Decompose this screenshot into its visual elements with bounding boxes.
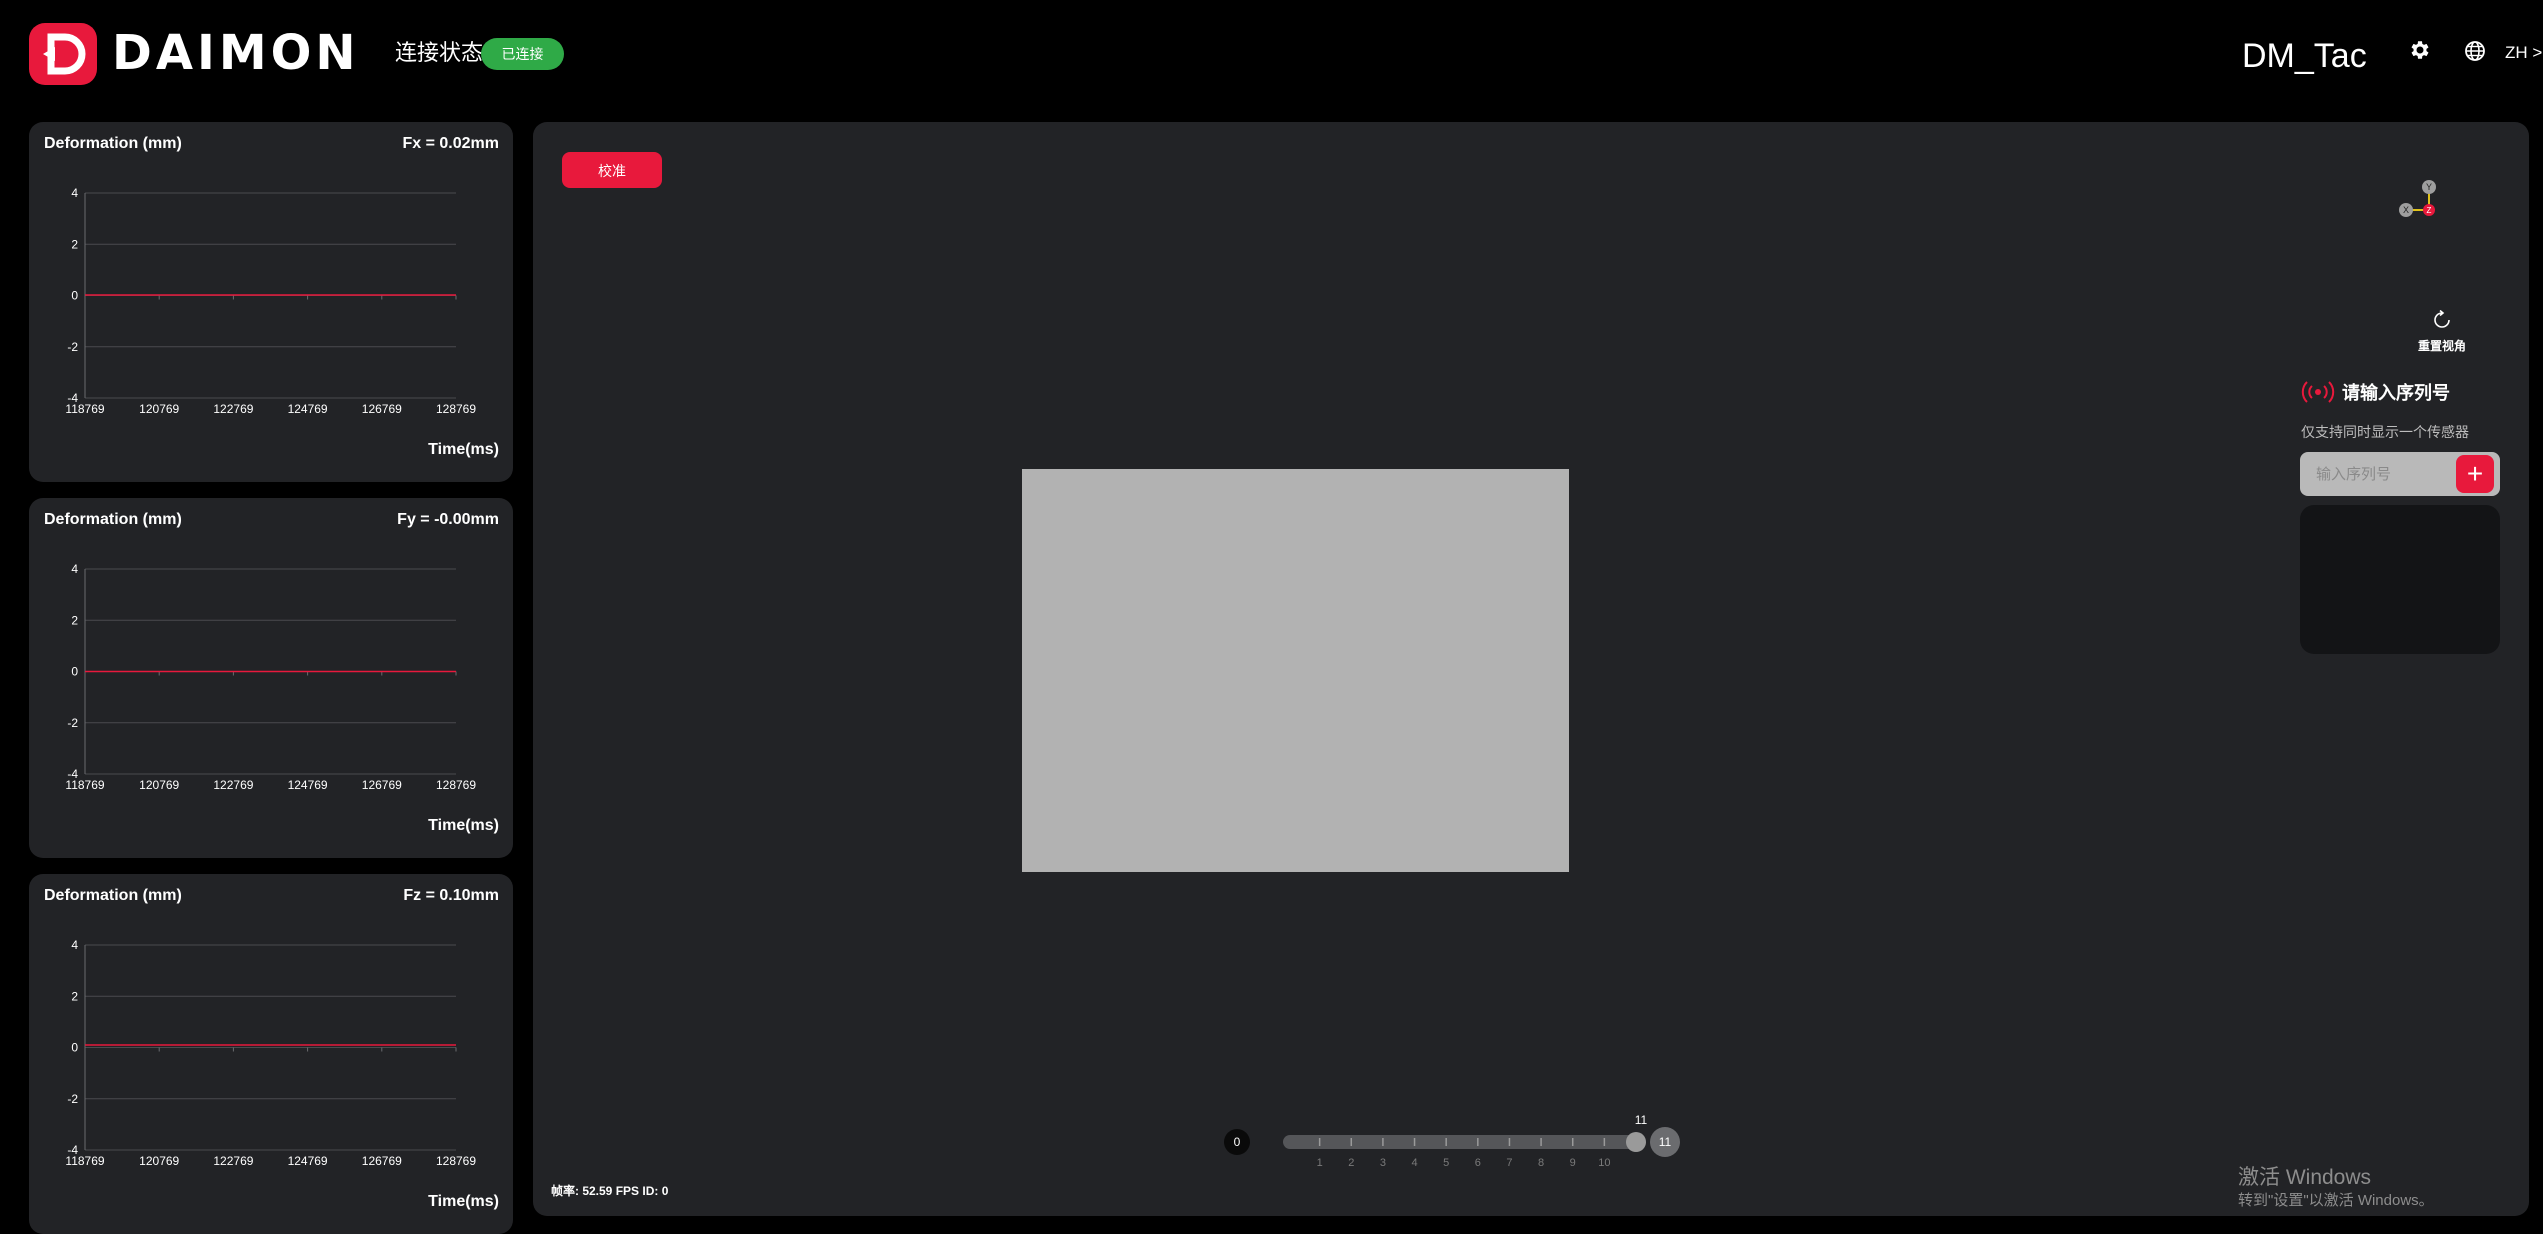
slider-tick-label: 5 [1443,1157,1449,1169]
slider-tick-label: 10 [1598,1157,1610,1169]
x-tick-label: 122769 [213,778,253,792]
slider-tick-label: 1 [1317,1157,1323,1169]
chart-panel-fx: Deformation (mm) Fx = 0.02mm 4 2 0 -2 -4 1187… [29,122,513,482]
signal-broadcast-icon [2301,381,2335,403]
sensor-3d-viewport[interactable] [1022,469,1569,872]
chart-plot-fz: 420-2-4118769 120769 122769 124769 126769 128… [65,938,476,1168]
chart-panel-fy: Deformation (mm) Fy = -0.00mm 4 2 0 -2 -4 118… [29,498,513,858]
y-tick-label: 2 [71,613,78,627]
reset-view-button[interactable]: 重置视角 [2407,309,2477,354]
slider-tick-label: 3 [1380,1157,1386,1169]
y-tick-label: 4 [71,186,78,200]
slider-tick-label: 8 [1538,1157,1544,1169]
calibrate-button[interactable]: 校准 [562,152,662,188]
x-tick-label: 118769 [65,402,104,416]
chart-plot-fy: 420-2-4118769 120769 122769 124769 126769 128… [65,562,476,792]
connection-label: 连接状态: [395,40,490,65]
y-tick-label: 0 [71,665,78,679]
watermark-title: 激活 Windows [2238,1166,2372,1189]
sensor-list [2300,505,2500,654]
axis-y-label: Y [2426,182,2432,192]
reset-view-label: 重置视角 [2417,339,2466,353]
serial-title: 请输入序列号 [2342,383,2450,403]
globe-icon[interactable] [2464,40,2486,67]
serial-title-row: 请输入序列号 [2301,381,2450,410]
language-selector[interactable]: ZH > [2505,40,2542,66]
gear-icon[interactable] [2408,38,2432,67]
slider-handle [1626,1132,1646,1152]
chart-xlabel: Time(ms) [428,441,499,458]
slider-value-label: 11 [1635,1113,1648,1127]
frame-slider[interactable]: 0 1 2 3 4 5 6 7 8 9 10 11 11 [1223,1106,1843,1178]
main-3d-panel: 校准 Y X Z 重置视角 请输入序列号 仅支持同时显示一个传感器 + 0 1 [533,122,2529,1216]
x-tick-label: 128769 [436,778,476,792]
y-tick-label: 4 [71,562,78,576]
axis-z-label: Z [2427,206,2432,215]
x-tick-label: 124769 [288,778,328,792]
x-tick-label: 128769 [436,402,476,416]
serial-input[interactable] [2314,452,2454,496]
y-tick-label: 2 [71,237,78,251]
slider-min-label: 0 [1234,1135,1241,1149]
windows-activation-watermark: 激活 Windows 转到"设置"以激活 Windows。 [2238,1165,2434,1211]
slider-tick-label: 2 [1348,1157,1354,1169]
axis-x-label: X [2403,205,2409,215]
chart-plot-fx: 420-2-4118769 120769 122769 124769 126769 128… [65,186,476,416]
x-tick-label: 126769 [362,1154,402,1168]
x-tick-label: 118769 [65,1154,104,1168]
watermark-subtitle: 转到"设置"以激活 Windows。 [2238,1192,2434,1209]
y-tick-label: -2 [67,716,78,730]
serial-input-group: + [2300,452,2500,496]
x-tick-label: 120769 [139,778,179,792]
y-tick-label: -2 [67,340,78,354]
slider-tick-label: 7 [1506,1157,1512,1169]
y-tick-label: 4 [71,938,78,952]
x-tick-label: 126769 [362,778,402,792]
reset-view-icon [2434,309,2450,328]
y-tick-label: -2 [67,1092,78,1106]
y-tick-label: 2 [71,989,78,1003]
brand-name: DAIMON [112,25,360,81]
x-tick-label: 120769 [139,402,179,416]
x-tick-label: 124769 [288,1154,328,1168]
connection-status-badge: 已连接 [481,38,564,70]
slider-track [1283,1135,1637,1149]
slider-max-label: 11 [1659,1135,1672,1149]
x-tick-label: 122769 [213,1154,253,1168]
fps-info: 帧率: 52.59 FPS ID: 0 [551,1184,669,1198]
serial-hint: 仅支持同时显示一个传感器 [2301,424,2469,440]
x-tick-label: 122769 [213,402,253,416]
device-name: DM_Tac [2242,37,2367,75]
chart-xlabel: Time(ms) [428,817,499,834]
x-tick-label: 120769 [139,1154,179,1168]
add-serial-button[interactable]: + [2456,455,2494,493]
header: DAIMON 连接状态: 已连接 DM_Tac ZH > [0,0,2543,115]
axis-gizmo[interactable]: Y X Z [2378,173,2438,233]
logo-icon [29,23,97,85]
x-tick-label: 128769 [436,1154,476,1168]
y-tick-label: 0 [71,1041,78,1055]
chart-panel-fz: Deformation (mm) Fz = 0.10mm 4 2 0 -2 -4 1187… [29,874,513,1234]
chart-xlabel: Time(ms) [428,1193,499,1210]
slider-tick-label: 6 [1475,1157,1481,1169]
y-tick-label: 0 [71,289,78,303]
x-tick-label: 118769 [65,778,104,792]
x-tick-label: 126769 [362,402,402,416]
slider-tick-label: 9 [1570,1157,1576,1169]
slider-tick-label: 4 [1411,1157,1417,1169]
x-tick-label: 124769 [288,402,328,416]
